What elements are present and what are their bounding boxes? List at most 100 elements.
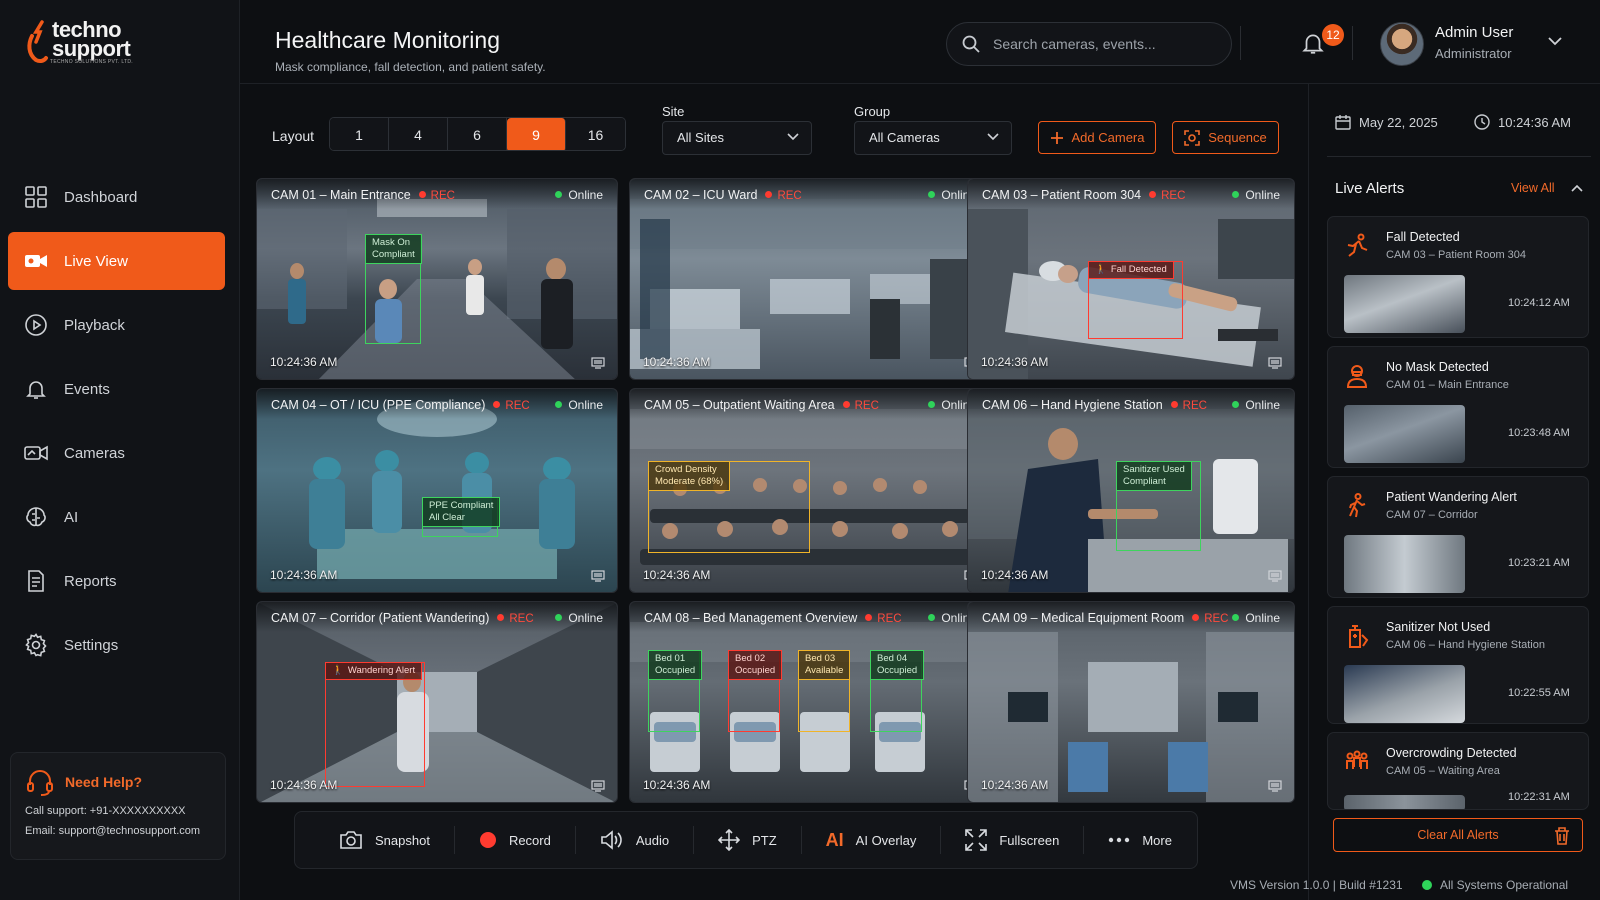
sidebar-item-label: Settings — [64, 636, 119, 654]
brand-line2: support — [52, 36, 131, 61]
crowd-icon — [1346, 750, 1368, 769]
logo-mark-icon — [27, 20, 48, 64]
person-mask-icon — [1346, 365, 1368, 388]
more-label: More — [1142, 832, 1172, 848]
help-phone[interactable]: Call support: +91-XXXXXXXXXX — [25, 805, 211, 817]
layout-option-6[interactable]: 6 — [448, 118, 507, 150]
camera-title: CAM 09 – Medical Equipment Room REC — [982, 611, 1228, 625]
sidebar-item-events[interactable]: Events — [8, 360, 225, 418]
alert-card[interactable]: Patient Wandering Alert CAM 07 – Corrido… — [1327, 476, 1589, 598]
layout-option-4[interactable]: 4 — [389, 118, 448, 150]
sidebar-item-label: Cameras — [64, 444, 125, 462]
monitor-icon[interactable] — [1268, 570, 1282, 582]
camera-scene — [257, 602, 617, 802]
avatar[interactable] — [1380, 22, 1424, 66]
audio-button[interactable]: Audio — [576, 826, 695, 854]
site-select-value: All Sites — [677, 130, 724, 145]
camera-tile-02[interactable]: CAM 02 – ICU Ward REC Online 10:24:36 AM — [629, 178, 991, 380]
sidebar-item-playback[interactable]: Playback — [8, 296, 225, 354]
brand-logo[interactable]: techno support TECHNO SOLUTIONS PVT. LTD… — [26, 19, 133, 66]
monitor-icon[interactable] — [591, 780, 605, 792]
site-select[interactable]: All Sites — [662, 121, 812, 155]
layout-option-1[interactable]: 1 — [330, 118, 389, 150]
playback-controls: Snapshot Record Audio PTZ AI AI Overlay … — [294, 811, 1198, 869]
camera-tile-01[interactable]: Mask On Compliant CAM 01 – Main Entrance… — [256, 178, 618, 380]
help-title: Need Help? — [65, 774, 143, 790]
date-text: May 22, 2025 — [1359, 114, 1438, 130]
view-all-link[interactable]: View All — [1511, 181, 1555, 195]
user-role: Administrator — [1435, 46, 1512, 61]
monitor-icon[interactable] — [591, 570, 605, 582]
layout-option-16[interactable]: 16 — [566, 118, 625, 150]
camera-icon — [25, 255, 47, 267]
alert-thumbnail — [1344, 535, 1465, 593]
detection-label: Sanitizer Used Compliant — [1116, 461, 1192, 491]
chevron-down-icon[interactable] — [1548, 36, 1562, 46]
calendar-icon — [1335, 115, 1351, 130]
fullscreen-button[interactable]: Fullscreen — [941, 826, 1085, 854]
group-select[interactable]: All Cameras — [854, 121, 1012, 155]
sequence-button[interactable]: Sequence — [1172, 121, 1279, 154]
sidebar-item-cameras[interactable]: Cameras — [8, 424, 225, 482]
camera-tile-07[interactable]: 🚶 Wandering Alert CAM 07 – Corridor (Pati… — [256, 601, 618, 803]
sidebar-item-dashboard[interactable]: Dashboard — [8, 168, 225, 226]
camera-title: CAM 03 – Patient Room 304 REC — [982, 188, 1185, 202]
record-label: Record — [508, 832, 551, 848]
camera-tile-04[interactable]: PPE Compliant All Clear CAM 04 – OT / IC… — [256, 388, 618, 593]
top-header: Healthcare Monitoring Mask compliance, f… — [240, 0, 1600, 84]
search-input[interactable] — [993, 36, 1213, 52]
rec-indicator: REC — [493, 400, 529, 412]
camera-name: CAM 03 – Patient Room 304 — [982, 188, 1142, 202]
trash-icon — [1555, 827, 1569, 845]
camera-timestamp: 10:24:36 AM — [643, 355, 711, 369]
detection-label: Mask On Compliant — [365, 234, 422, 264]
layout-option-9[interactable]: 9 — [507, 118, 566, 150]
alert-card[interactable]: No Mask Detected CAM 01 – Main Entrance … — [1327, 346, 1589, 468]
monitor-icon[interactable] — [1268, 357, 1282, 369]
camera-tile-09[interactable]: CAM 09 – Medical Equipment Room REC Onlin… — [967, 601, 1295, 803]
record-button[interactable]: Record — [455, 826, 576, 854]
monitor-icon[interactable] — [1268, 780, 1282, 792]
chevron-up-icon[interactable] — [1571, 184, 1583, 192]
detection-label: 🚶 Fall Detected — [1088, 261, 1174, 279]
alert-card[interactable]: Overcrowding Detected CAM 05 – Waiting A… — [1327, 732, 1589, 810]
ai-overlay-button[interactable]: AI AI Overlay — [802, 826, 942, 854]
rec-indicator: REC — [497, 613, 533, 625]
alert-source: CAM 06 – Hand Hygiene Station — [1386, 639, 1545, 651]
more-button[interactable]: More — [1084, 826, 1196, 854]
camera-tile-06[interactable]: Sanitizer Used Compliant CAM 06 – Hand H… — [967, 388, 1295, 593]
sidebar-item-reports[interactable]: Reports — [8, 552, 225, 610]
sidebar-item-settings[interactable]: Settings — [8, 616, 225, 674]
alert-time: 10:23:48 AM — [1508, 427, 1570, 439]
alert-card[interactable]: Fall Detected CAM 03 – Patient Room 304 … — [1327, 216, 1589, 338]
sequence-icon — [1184, 129, 1201, 146]
camera-timestamp: 10:24:36 AM — [981, 568, 1049, 582]
camera-title: CAM 01 – Main Entrance REC — [271, 188, 455, 202]
camera-tile-03[interactable]: 🚶 Fall Detected CAM 03 – Patient Room 304… — [967, 178, 1295, 380]
user-name[interactable]: Admin User — [1435, 24, 1513, 41]
site-label: Site — [662, 104, 685, 119]
add-camera-button[interactable]: Add Camera — [1038, 121, 1156, 154]
rec-indicator: REC — [865, 613, 901, 625]
snapshot-button[interactable]: Snapshot — [295, 826, 455, 854]
camera-tile-05[interactable]: Crowd Density Moderate (68%) CAM 05 – Ou… — [629, 388, 991, 593]
camera-feed — [968, 602, 1294, 802]
clear-all-alerts-button[interactable]: Clear All Alerts — [1333, 818, 1583, 852]
rec-indicator: REC — [1149, 190, 1185, 202]
move-arrows-icon — [718, 829, 741, 851]
camera-title: CAM 04 – OT / ICU (PPE Compliance) REC — [271, 398, 530, 412]
snapshot-label: Snapshot — [375, 832, 430, 848]
alert-card[interactable]: Sanitizer Not Used CAM 06 – Hand Hygiene… — [1327, 606, 1589, 724]
alert-thumbnail — [1344, 275, 1465, 333]
help-email[interactable]: Email: support@technosupport.com — [25, 825, 211, 837]
camera-name: CAM 08 – Bed Management Overview — [644, 611, 858, 625]
sidebar-item-ai[interactable]: AI — [8, 488, 225, 546]
camera-tile-08[interactable]: Bed 01 Occupied Bed 02 Occupied Bed 03 A… — [629, 601, 991, 803]
notifications-button[interactable]: 12 — [1300, 24, 1344, 60]
ptz-button[interactable]: PTZ — [694, 826, 802, 854]
monitor-icon[interactable] — [591, 357, 605, 369]
brand-tagline: TECHNO SOLUTIONS PVT. LTD. — [50, 59, 133, 65]
sidebar-item-live-view[interactable]: Live View — [8, 232, 225, 290]
search-box[interactable] — [946, 22, 1232, 66]
camera-scene — [309, 401, 575, 579]
